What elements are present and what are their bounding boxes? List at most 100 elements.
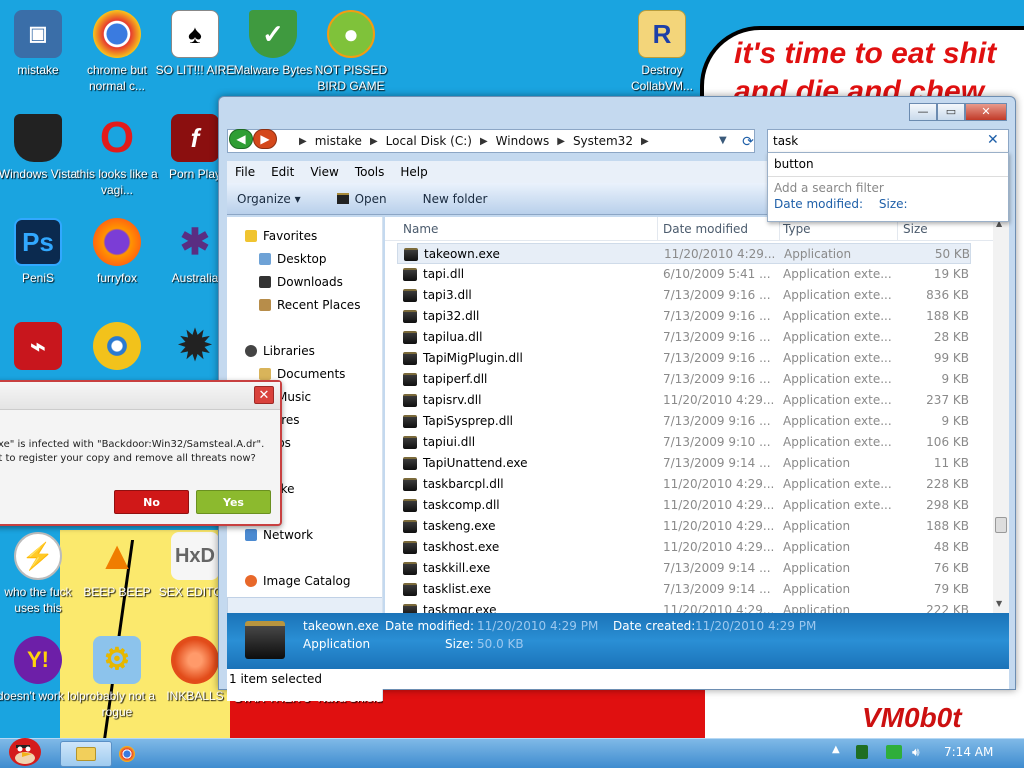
file-row[interactable]: taskkill.exe 7/13/2009 9:14 ... Applicatio… xyxy=(397,558,971,579)
detail-size: 50.0 KB xyxy=(477,637,524,651)
file-row[interactable]: taskbarcpl.dll 11/20/2010 4:29... Applicat… xyxy=(397,474,971,495)
breadcrumb-system32[interactable]: System32 xyxy=(565,134,641,148)
maximize-button[interactable]: ▭ xyxy=(937,103,965,121)
clock[interactable]: 7:14 AM xyxy=(944,745,993,759)
file-row[interactable]: taskcomp.dll 11/20/2010 4:29... Applicatio… xyxy=(397,495,971,516)
desktop-icon-disc[interactable] xyxy=(75,322,159,374)
file-type: Application exte... xyxy=(783,288,892,302)
search-suggestion[interactable]: button xyxy=(768,153,1008,177)
dialog-titlebar[interactable] xyxy=(0,382,280,410)
organize-button[interactable]: Organize ▾ xyxy=(237,192,301,206)
scroll-thumb[interactable] xyxy=(995,517,1007,533)
desktop-icon-furryfox[interactable]: furryfox xyxy=(75,218,159,286)
taskbar-explorer[interactable] xyxy=(60,741,112,767)
show-hidden-icons[interactable]: ▲ xyxy=(832,744,840,755)
file-row[interactable]: tapiperf.dll 7/13/2009 9:16 ... Applicatio… xyxy=(397,369,971,390)
new-folder-button[interactable]: New folder xyxy=(423,192,488,206)
detail-filename: takeown.exe xyxy=(303,619,379,633)
nav-libraries[interactable]: Libraries xyxy=(245,344,315,358)
file-row[interactable]: takeown.exe 11/20/2010 4:29... Application… xyxy=(397,243,971,264)
desktop-icon-beep-beep[interactable]: ▲ BEEP BEEP xyxy=(75,532,159,600)
filter-date-modified[interactable]: Date modified: xyxy=(774,197,863,211)
nav-documents[interactable]: Documents xyxy=(259,367,345,381)
forward-button[interactable]: ▶ xyxy=(253,129,277,149)
image-catalog-icon xyxy=(245,575,257,587)
clear-search-icon[interactable]: ✕ xyxy=(987,132,999,148)
close-button[interactable]: ✕ xyxy=(965,103,1007,121)
yes-button[interactable]: Yes xyxy=(196,490,271,514)
desktop-icon-rogue[interactable]: ⚙ probably not a rogue xyxy=(75,636,159,720)
nav-downloads[interactable]: Downloads xyxy=(259,275,343,289)
desktop-icon-pdf[interactable]: ⌁ xyxy=(0,322,80,374)
file-row[interactable]: taskhost.exe 11/20/2010 4:29... Applicatio… xyxy=(397,537,971,558)
nav-network[interactable]: Network xyxy=(245,528,313,542)
minimize-button[interactable]: — xyxy=(909,103,937,121)
menu-view[interactable]: View xyxy=(302,165,346,179)
file-row[interactable]: taskmgr.exe 11/20/2010 4:29... Application… xyxy=(397,600,971,613)
file-row[interactable]: TapiUnattend.exe 7/13/2009 9:14 ... Applic… xyxy=(397,453,971,474)
back-button[interactable]: ◀ xyxy=(229,129,253,149)
file-row[interactable]: taskeng.exe 11/20/2010 4:29... Application… xyxy=(397,516,971,537)
desktop-icon-opera[interactable]: O this looks like a vagi... xyxy=(75,114,159,198)
file-row[interactable]: tapi3.dll 7/13/2009 9:16 ... Application e… xyxy=(397,285,971,306)
file-row[interactable]: TapiSysprep.dll 7/13/2009 9:16 ... Applica… xyxy=(397,411,971,432)
refresh-icon[interactable]: ⟳ xyxy=(738,132,758,152)
nav-image-catalog[interactable]: Image Catalog xyxy=(245,574,350,588)
column-divider[interactable] xyxy=(657,217,658,241)
vertical-scrollbar[interactable]: ▲ ▼ xyxy=(993,217,1009,613)
column-date-modified[interactable]: Date modified xyxy=(663,222,748,236)
desktop-icon-windows-vista[interactable]: Windows Vista xyxy=(0,114,80,182)
search-input[interactable]: task xyxy=(767,129,1009,153)
menu-help[interactable]: Help xyxy=(392,165,435,179)
chevron-right-icon: ▶ xyxy=(369,135,378,147)
file-row[interactable]: tasklist.exe 7/13/2009 9:14 ... Applicatio… xyxy=(397,579,971,600)
filter-size[interactable]: Size: xyxy=(879,197,908,211)
file-row[interactable]: TapiMigPlugin.dll 7/13/2009 9:16 ... Appli… xyxy=(397,348,971,369)
file-row[interactable]: tapisrv.dll 11/20/2010 4:29... Application… xyxy=(397,390,971,411)
desktop-icon-chrome[interactable]: chrome but normal c... xyxy=(75,10,159,94)
desktop-icon-malwarebytes[interactable]: ✓ Malware Bytes xyxy=(231,10,315,78)
menu-edit[interactable]: Edit xyxy=(263,165,302,179)
no-button[interactable]: No xyxy=(114,490,189,514)
file-row[interactable]: tapiui.dll 7/13/2009 9:10 ... Application … xyxy=(397,432,971,453)
application-icon xyxy=(403,436,417,449)
desktop-icon-mistake[interactable]: ▣ mistake xyxy=(0,10,80,78)
detail-size-label: Size: xyxy=(445,637,474,651)
taskbar-chrome[interactable] xyxy=(114,742,140,766)
desktop-icon-winamp[interactable]: ⚡ who the fuck uses this xyxy=(0,532,80,616)
menu-tools[interactable]: Tools xyxy=(347,165,393,179)
desktop-icon-destroy-collabvm[interactable]: R Destroy CollabVM... xyxy=(620,10,704,94)
dialog-close-button[interactable]: ✕ xyxy=(254,386,274,404)
menu-file[interactable]: File xyxy=(227,165,263,179)
breadcrumb-windows[interactable]: Windows xyxy=(488,134,558,148)
column-size[interactable]: Size xyxy=(903,222,928,236)
column-type[interactable]: Type xyxy=(783,222,811,236)
libraries-icon xyxy=(245,345,257,357)
open-label: Open xyxy=(354,191,387,206)
chevron-right-icon: ▶ xyxy=(640,135,649,147)
nav-desktop[interactable]: Desktop xyxy=(259,252,327,266)
open-button[interactable]: Open xyxy=(336,191,387,206)
nav-favorites[interactable]: Favorites xyxy=(245,229,317,243)
volume-icon[interactable]: 🔊︎ xyxy=(912,745,924,759)
file-row[interactable]: tapi32.dll 7/13/2009 9:16 ... Application … xyxy=(397,306,971,327)
column-name[interactable]: Name xyxy=(403,222,438,236)
application-icon xyxy=(403,352,417,365)
computer-icon: ▣ xyxy=(14,10,62,58)
desktop-icon-solitaire[interactable]: ♠ SO LIT!!! AIRE xyxy=(153,10,237,78)
scroll-down-icon[interactable]: ▼ xyxy=(996,599,1002,608)
file-date-modified: 6/10/2009 5:41 ... xyxy=(663,267,771,281)
breadcrumb-mistake[interactable]: mistake xyxy=(307,134,370,148)
desktop-icon-yahoo[interactable]: Y! doesn't work lol xyxy=(0,636,80,704)
file-row[interactable]: tapilua.dll 7/13/2009 9:16 ... Application… xyxy=(397,327,971,348)
start-button[interactable] xyxy=(2,730,48,768)
desktop-icon-bird-game[interactable]: ● NOT PISSED BIRD GAME xyxy=(309,10,393,94)
breadcrumb-local-disk[interactable]: Local Disk (C:) xyxy=(378,134,480,148)
file-row[interactable]: tapi.dll 6/10/2009 5:41 ... Application ex… xyxy=(397,264,971,285)
nav-recent-places[interactable]: Recent Places xyxy=(259,298,360,312)
battery-icon[interactable] xyxy=(886,745,902,759)
desktop-icon-penis[interactable]: Ps PeniS xyxy=(0,218,80,286)
app-icon xyxy=(336,192,349,204)
chevron-down-icon[interactable]: ▼ xyxy=(719,135,727,146)
tray-app-icon[interactable] xyxy=(856,745,868,759)
